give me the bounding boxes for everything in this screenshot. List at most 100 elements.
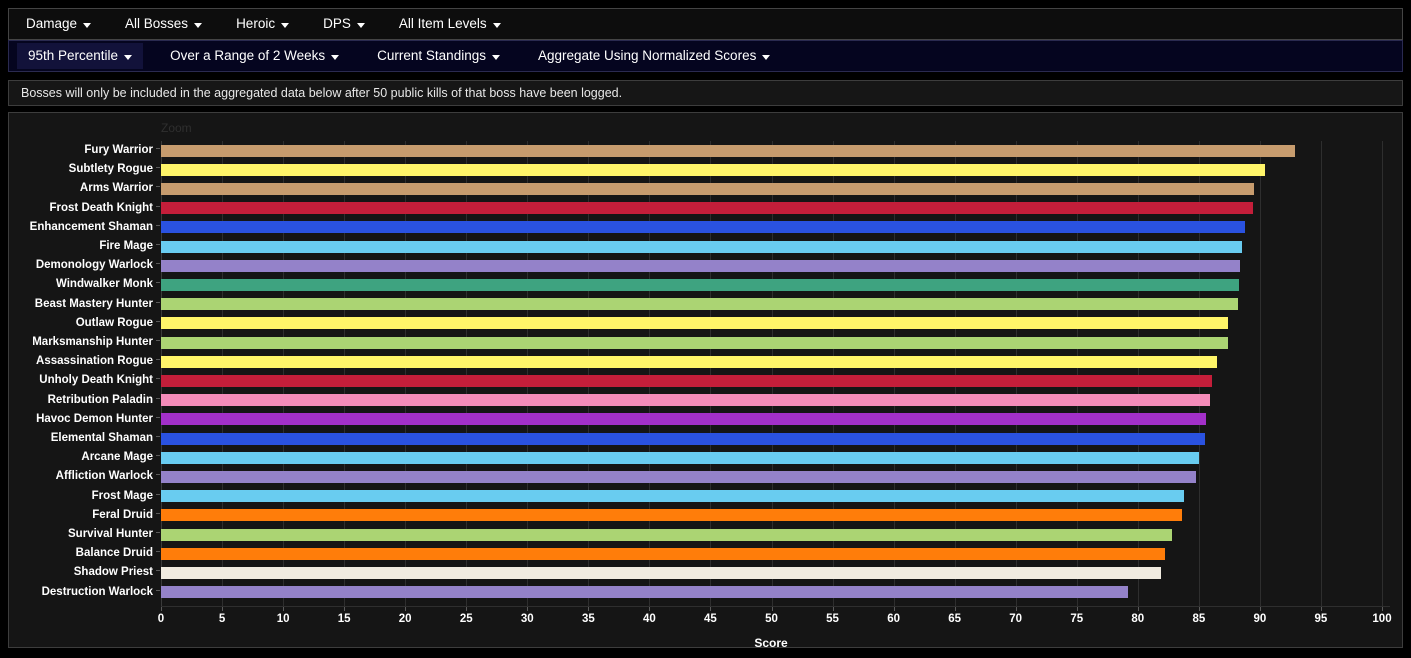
bar[interactable]	[161, 336, 1229, 349]
bar-row[interactable]: Retribution Paladin	[48, 391, 1390, 410]
bar[interactable]	[161, 278, 1240, 291]
bar[interactable]	[161, 221, 1246, 234]
x-axis-tick	[954, 607, 956, 611]
y-axis-tick	[156, 570, 160, 572]
secondary-menu-item-3[interactable]: Aggregate Using Normalized Scores	[527, 43, 781, 69]
x-axis-tick	[832, 607, 834, 611]
bar[interactable]	[161, 355, 1218, 368]
y-axis-tick	[156, 263, 160, 265]
category-label: Havoc Demon Hunter	[36, 412, 153, 425]
y-axis-tick	[156, 282, 160, 284]
bar-row[interactable]: Balance Druid	[76, 544, 1390, 563]
bar-row[interactable]: Feral Druid	[92, 506, 1390, 525]
primary-menu-item-label: All Bosses	[125, 16, 189, 32]
bar-row[interactable]: Outlaw Rogue	[76, 314, 1390, 333]
bar[interactable]	[161, 413, 1207, 426]
y-axis-tick	[156, 512, 160, 514]
bar[interactable]	[161, 528, 1172, 541]
bar[interactable]	[161, 317, 1229, 330]
x-axis-tick-label: 60	[887, 613, 900, 625]
x-axis-tick-label: 70	[1009, 613, 1023, 625]
x-axis-tick-label: 80	[1131, 613, 1145, 625]
bar[interactable]	[161, 490, 1185, 503]
bar[interactable]	[161, 586, 1129, 599]
bar[interactable]	[161, 163, 1265, 176]
bar-row[interactable]: Windwalker Monk	[56, 275, 1390, 294]
secondary-menu-item-2[interactable]: Current Standings	[366, 43, 511, 69]
x-axis-tick	[1076, 607, 1078, 611]
bar[interactable]	[161, 509, 1182, 522]
bar-row[interactable]: Shadow Priest	[74, 563, 1390, 582]
secondary-menu-item-label: Current Standings	[377, 48, 486, 64]
bar-row[interactable]: Fire Mage	[99, 237, 1390, 256]
bar-row[interactable]: Arms Warrior	[80, 179, 1390, 198]
y-axis-tick	[156, 340, 160, 341]
bar-row[interactable]: Demonology Warlock	[36, 256, 1390, 275]
zoom-label[interactable]: Zoom	[161, 121, 192, 135]
y-axis-tick	[156, 455, 160, 457]
bar[interactable]	[161, 394, 1210, 407]
bar[interactable]	[161, 432, 1205, 445]
bar-row[interactable]: Beast Mastery Hunter	[35, 295, 1390, 314]
bar[interactable]	[161, 182, 1254, 195]
bar[interactable]	[161, 547, 1165, 560]
category-label: Demonology Warlock	[35, 259, 153, 272]
bar[interactable]	[161, 144, 1296, 157]
bar[interactable]	[161, 470, 1197, 483]
category-label: Assassination Rogue	[36, 355, 153, 368]
x-axis-tick	[649, 607, 651, 611]
chevron-down-icon	[83, 22, 92, 28]
bar-row[interactable]: Subtlety Rogue	[69, 160, 1390, 179]
x-axis-tick	[1137, 607, 1139, 611]
chevron-down-icon	[762, 54, 771, 60]
bar-row[interactable]: Unholy Death Knight	[39, 371, 1390, 390]
bar-row[interactable]: Frost Mage	[92, 487, 1390, 506]
bar-row[interactable]: Assassination Rogue	[36, 352, 1390, 371]
x-axis-tick	[588, 607, 590, 611]
y-axis-tick	[156, 532, 160, 533]
secondary-menu-item-0[interactable]: 95th Percentile	[17, 43, 144, 69]
bar[interactable]	[161, 374, 1213, 387]
bar-row[interactable]: Fury Warrior	[84, 141, 1390, 160]
category-label: Frost Mage	[91, 489, 153, 502]
primary-menu-item-4[interactable]: All Item Levels	[388, 11, 512, 37]
bar-row[interactable]: Havoc Demon Hunter	[36, 410, 1390, 429]
secondary-menu-item-1[interactable]: Over a Range of 2 Weeks	[159, 43, 350, 69]
bar-row[interactable]: Survival Hunter	[68, 525, 1390, 544]
primary-menu-item-1[interactable]: All Bosses	[114, 11, 213, 37]
bar[interactable]	[161, 202, 1253, 215]
x-axis-tick-label: 90	[1253, 613, 1267, 625]
bar[interactable]	[161, 259, 1241, 272]
x-axis-tick	[1382, 607, 1383, 611]
primary-menu-item-0[interactable]: Damage	[15, 11, 102, 37]
y-axis-tick	[156, 148, 160, 149]
x-axis-tick	[405, 607, 407, 611]
x-axis-tick-label: 35	[581, 613, 595, 625]
primary-menu-item-3[interactable]: DPS	[312, 11, 376, 37]
y-axis-tick	[156, 301, 160, 303]
bar[interactable]	[161, 566, 1161, 579]
bar-row[interactable]: Frost Death Knight	[50, 199, 1390, 218]
bar-row[interactable]: Destruction Warlock	[42, 583, 1390, 602]
bar-row[interactable]: Enhancement Shaman	[30, 218, 1390, 237]
x-axis-tick	[283, 607, 285, 611]
x-axis-tick	[1320, 607, 1322, 611]
bar-row[interactable]: Elemental Shaman	[51, 429, 1390, 448]
x-axis-tick-label: 50	[765, 613, 778, 625]
category-label: Feral Druid	[92, 508, 153, 521]
primary-menu-item-2[interactable]: Heroic	[225, 11, 300, 37]
y-axis-tick	[156, 474, 160, 476]
bar-row[interactable]: Arcane Mage	[81, 448, 1390, 467]
bar-row[interactable]: Marksmanship Hunter	[32, 333, 1390, 352]
category-label: Survival Hunter	[68, 528, 153, 540]
bar[interactable]	[161, 240, 1242, 253]
primary-menu-item-label: DPS	[323, 16, 351, 32]
y-axis-tick	[156, 493, 160, 495]
x-axis-tick	[222, 607, 224, 611]
x-axis-line	[161, 606, 1390, 607]
y-axis-tick	[156, 167, 160, 169]
bar[interactable]	[161, 451, 1199, 464]
bar-row[interactable]: Affliction Warlock	[56, 467, 1390, 486]
bar[interactable]	[161, 298, 1238, 311]
chevron-down-icon	[492, 22, 501, 28]
